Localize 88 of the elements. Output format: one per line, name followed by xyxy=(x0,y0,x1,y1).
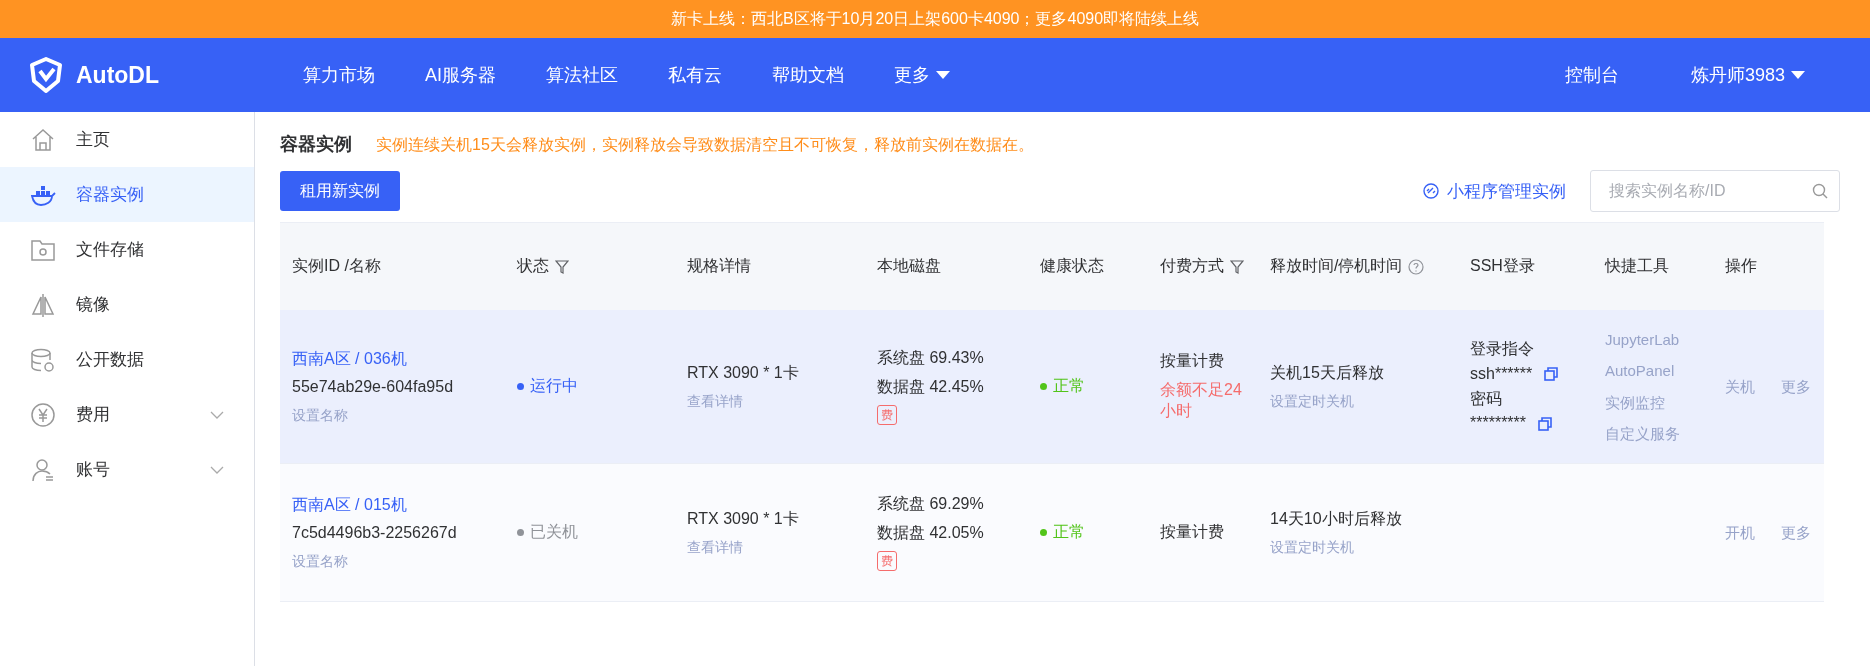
sidebar-label: 账号 xyxy=(76,459,111,481)
column-header: 状态 xyxy=(517,256,549,276)
status-text: 已关机 xyxy=(530,522,578,543)
disk-usage: 系统盘 69.29% xyxy=(877,493,985,514)
nav-link[interactable]: 算力市场 xyxy=(278,63,400,87)
spec-text: RTX 3090 * 1卡 xyxy=(687,363,800,383)
chevron-down-icon xyxy=(210,465,224,474)
nav-link[interactable]: 私有云 xyxy=(643,63,747,87)
logo-icon xyxy=(28,57,64,93)
spec-text: RTX 3090 * 1卡 xyxy=(687,509,800,529)
column-header: 本地磁盘 xyxy=(877,256,941,276)
password-label: 密码 xyxy=(1470,388,1503,409)
sidebar-item[interactable]: 公开数据 xyxy=(0,332,254,387)
link-icon xyxy=(1423,183,1439,199)
sidebar-item[interactable]: 文件存储 xyxy=(0,222,254,277)
search-field[interactable]: 搜索实例名称/ID xyxy=(1590,170,1840,212)
nav-link[interactable]: 算法社区 xyxy=(521,63,643,87)
search-icon xyxy=(1812,183,1828,199)
payment-method: 按量计费 xyxy=(1160,522,1225,543)
rent-instance-button[interactable]: 租用新实例 xyxy=(280,171,400,211)
schedule-shutdown-link[interactable]: 设置定时关机 xyxy=(1270,537,1446,556)
column-header: 规格详情 xyxy=(687,256,751,276)
nav-link[interactable]: 控制台 xyxy=(1539,63,1644,87)
payment-method: 按量计费 xyxy=(1160,351,1225,372)
disk-usage: 数据盘 42.45% xyxy=(877,376,985,397)
column-header: 健康状态 xyxy=(1040,256,1104,276)
chevron-down-icon xyxy=(210,410,224,419)
help-icon xyxy=(1408,258,1425,275)
sidebar-item[interactable]: 费用 xyxy=(0,387,254,442)
instance-id: 7c5d4496b3-2256267d xyxy=(292,523,458,544)
sidebar-label: 费用 xyxy=(76,404,111,426)
status-text: 运行中 xyxy=(530,376,578,397)
column-header: 释放时间/停机时间 xyxy=(1270,256,1403,276)
ssh-label: 登录指令 xyxy=(1470,338,1535,359)
sidebar-item[interactable]: 容器实例 xyxy=(0,167,254,222)
nav-link[interactable]: AI服务器 xyxy=(400,63,521,87)
yen-icon xyxy=(30,401,56,428)
disk-usage: 数据盘 42.05% xyxy=(877,522,985,543)
announcement-text: 新卡上线：西北B区将于10月20日上架600卡4090；更多4090即将陆续上线 xyxy=(670,8,1200,29)
table-row[interactable]: 西南A区 / 015机 7c5d4496b3-2256267d 设置名称 已关机 RTX 3090 * 1卡 查看详情 系统盘 69.29% 数据盘 42.05% 费 正常 按量计费 14天10小时后释放 设置定时关机 开机 更多 xyxy=(280,464,1824,602)
instance-name-link[interactable]: 西南A区 / 036机 xyxy=(292,348,493,370)
health-text: 正常 xyxy=(1053,522,1085,543)
table-row[interactable]: 西南A区 / 036机 55e74ab29e-604fa95d 设置名称 运行中 RTX 3090 * 1卡 查看详情 系统盘 69.43% 数据盘 42.45% 费 正常 按量计费 余额不足24小时 关机15天后释放 设置定时关机 登录指令 ssh****** 密码 ********* JupyterLab AutoPanel 实例监控 自定义服务 关机 更多 xyxy=(280,310,1824,464)
logo-text: AutoDL xyxy=(76,61,160,89)
column-header: 操作 xyxy=(1725,256,1757,276)
health-dot xyxy=(1040,529,1047,536)
column-header: SSH登录 xyxy=(1470,256,1535,276)
column-header: 快捷工具 xyxy=(1605,256,1669,276)
ssh-command: ssh****** xyxy=(1470,363,1533,384)
balance-warning: 余额不足24小时 xyxy=(1160,380,1243,421)
nav-link[interactable]: 更多 xyxy=(869,63,975,87)
release-time: 关机15天后释放 xyxy=(1270,363,1385,383)
fee-tag: 费 xyxy=(877,405,897,426)
mirror-triangles-icon xyxy=(30,291,56,318)
sidebar-label: 文件存储 xyxy=(76,239,145,261)
sidebar-label: 镜像 xyxy=(76,294,111,316)
health-dot xyxy=(1040,383,1047,390)
instance-name-link[interactable]: 西南A区 / 015机 xyxy=(292,494,493,516)
sidebar-item[interactable]: 镜像 xyxy=(0,277,254,332)
filter-icon xyxy=(1230,259,1244,274)
page-title: 容器实例 xyxy=(280,133,352,156)
column-header: 付费方式 xyxy=(1160,256,1224,276)
health-text: 正常 xyxy=(1053,376,1085,397)
nav-link[interactable]: 帮助文档 xyxy=(747,63,869,87)
house-icon xyxy=(30,126,56,153)
copy-icon xyxy=(1544,367,1559,382)
sidebar-item[interactable]: 主页 xyxy=(0,112,254,167)
caret-icon xyxy=(1791,71,1805,79)
disk-usage: 系统盘 69.43% xyxy=(877,347,985,368)
password-value: ********* xyxy=(1470,413,1527,434)
database-icon xyxy=(30,346,56,373)
view-details-link[interactable]: 查看详情 xyxy=(687,537,853,556)
sidebar-label: 主页 xyxy=(76,129,111,151)
mini-program-link[interactable]: 小程序管理实例 xyxy=(1423,179,1566,203)
copy-icon xyxy=(1538,416,1553,431)
user-icon xyxy=(30,456,56,483)
instance-id: 55e74ab29e-604fa95d xyxy=(292,377,455,398)
nav-link[interactable]: 炼丹师3983 xyxy=(1665,63,1830,87)
caret-icon xyxy=(936,71,950,79)
sidebar-item[interactable]: 账号 xyxy=(0,442,254,497)
sidebar-label: 容器实例 xyxy=(76,184,145,206)
column-header: 实例ID /名称 xyxy=(292,256,381,276)
warning-notice: 实例连续关机15天会释放实例，实例释放会导致数据清空且不可恢复，释放前实例在数据在。 xyxy=(376,135,1034,155)
set-name-link[interactable]: 设置名称 xyxy=(292,552,493,571)
fee-tag: 费 xyxy=(877,551,897,572)
filter-icon xyxy=(555,259,569,274)
sidebar-label: 公开数据 xyxy=(76,349,145,371)
release-time: 14天10小时后释放 xyxy=(1270,509,1403,529)
